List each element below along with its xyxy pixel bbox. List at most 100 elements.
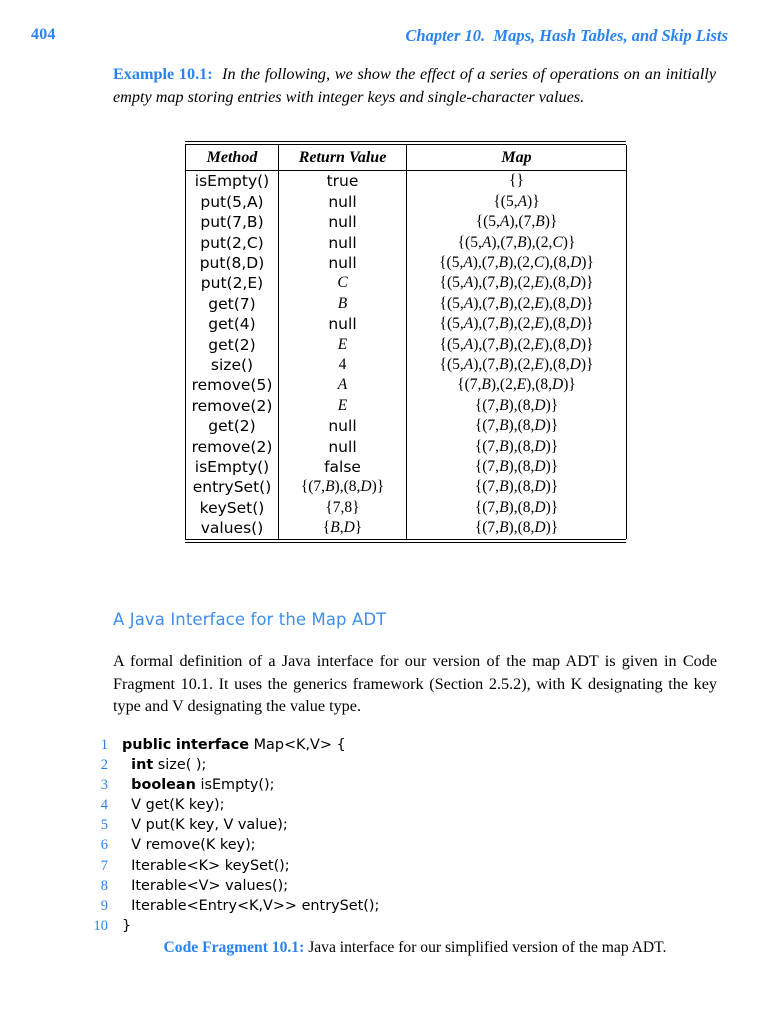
table-row: keySet() {7,8} {(7,B),(8,D)} — [185, 497, 627, 519]
cell-map: {(7,B),(8,D)} — [406, 436, 627, 458]
cell-return: B — [278, 293, 407, 315]
code-line-text: Iterable<V> values(); — [131, 877, 289, 894]
example-paragraph: Example 10.1: In the following, we show … — [113, 63, 716, 108]
table-bottom-rule-1 — [185, 538, 626, 541]
code-line: 9 Iterable<Entry<K,V>> entrySet(); — [82, 896, 682, 916]
code-line-number: 5 — [100, 817, 108, 834]
cell-return: C — [278, 273, 407, 294]
cell-method: size() — [185, 355, 279, 376]
table-row: put(7,B) null {(5,A),(7,B)} — [185, 212, 627, 233]
cell-map: {(7,B),(8,D)} — [406, 518, 627, 539]
subsection-paragraph: A formal definition of a Java interface … — [113, 652, 717, 716]
cell-map: {} — [406, 170, 627, 192]
cell-map: {(5,A),(7,B),(2,E),(8,D)} — [406, 314, 627, 335]
code-line: 8 Iterable<V> values(); — [82, 876, 682, 896]
table-row: get(7) B {(5,A),(7,B),(2,E),(8,D)} — [185, 293, 627, 315]
code-line: 2 int size( ); — [82, 755, 682, 775]
table-header-row: Method Return Value Map — [185, 145, 627, 172]
cell-map: {(7,B),(8,D)} — [406, 416, 627, 437]
code-line-text: boolean isEmpty(); — [131, 777, 275, 794]
code-line-number: 8 — [100, 877, 108, 894]
cell-return: null — [278, 232, 407, 253]
cell-method: remove(5) — [185, 375, 279, 396]
table-row: put(2,E) C {(5,A),(7,B),(2,E),(8,D)} — [185, 273, 627, 294]
cell-return: E — [278, 334, 407, 356]
cell-method: isEmpty() — [185, 170, 279, 192]
cell-method: get(4) — [185, 314, 279, 335]
cell-method: put(7,B) — [185, 212, 279, 233]
column-header-return-value: Return Value — [278, 145, 407, 172]
cell-method: isEmpty() — [185, 457, 279, 478]
code-line: 1 public interface Map<K,V> { — [82, 735, 682, 755]
cell-map: {(7,B),(8,D)} — [406, 457, 627, 478]
cell-method: entrySet() — [185, 477, 279, 498]
code-line-text: Iterable<Entry<K,V>> entrySet(); — [131, 897, 380, 914]
cell-return: null — [278, 191, 407, 213]
cell-return: 4 — [278, 355, 407, 376]
table-row: remove(5) A {(7,B),(2,E),(8,D)} — [185, 375, 627, 396]
table-row: isEmpty() true{} — [185, 170, 627, 192]
code-line-text: } — [122, 917, 132, 934]
cell-return: {(7,B),(8,D)} — [278, 477, 407, 498]
code-line: 6 V remove(K key); — [82, 835, 682, 855]
code-line-number: 9 — [100, 897, 108, 914]
column-header-method: Method — [185, 145, 279, 172]
column-header-map: Map — [406, 145, 627, 172]
cell-map: {(5,A),(7,B),(2,E),(8,D)} — [406, 355, 627, 376]
table: Method Return Value Map isEmpty() true{} … — [185, 145, 627, 539]
cell-return: null — [278, 416, 407, 437]
cell-return: null — [278, 314, 407, 335]
cell-return: {B,D} — [278, 518, 407, 539]
table-bottom-rule-2 — [185, 541, 626, 544]
cell-method: values() — [185, 518, 279, 539]
cell-method: put(2,C) — [185, 232, 279, 253]
table-row: isEmpty() false {(7,B),(8,D)} — [185, 457, 627, 478]
table-row: get(4) null {(5,A),(7,B),(2,E),(8,D)} — [185, 314, 627, 335]
cell-map: {(5,A),(7,B),(2,C),(8,D)} — [406, 253, 627, 274]
chapter-title: Chapter 10. Maps, Hash Tables, and Skip … — [405, 26, 728, 45]
code-line-text: public interface Map<K,V> { — [122, 737, 346, 753]
page-number: 404 — [31, 26, 56, 43]
cell-method: get(7) — [185, 293, 279, 315]
caption-text: Java interface for our simplified versio… — [308, 939, 667, 956]
code-line-number: 4 — [100, 797, 108, 814]
example-label: Example 10.1: — [113, 65, 213, 83]
code-line-number: 1 — [100, 737, 108, 753]
code-fragment-listing: 1 public interface Map<K,V> { 2 int size(… — [82, 735, 682, 936]
cell-method: remove(2) — [185, 395, 279, 417]
table-top-rule-1 — [185, 141, 626, 143]
caption-label: Code Fragment 10.1: — [163, 939, 305, 956]
code-line-number: 7 — [100, 857, 108, 874]
code-line-text: V get(K key); — [131, 797, 225, 814]
code-line: 4 V get(K key); — [82, 795, 682, 815]
cell-method: put(5,A) — [185, 191, 279, 213]
cell-method: get(2) — [185, 334, 279, 356]
code-line-text: Iterable<K> keySet(); — [131, 857, 290, 874]
table-row: values() {B,D} {(7,B),(8,D)} — [185, 518, 627, 539]
cell-return: false — [278, 457, 407, 478]
code-line-text: V remove(K key); — [131, 837, 256, 854]
cell-method: get(2) — [185, 416, 279, 437]
cell-map: {(7,B),(2,E),(8,D)} — [406, 375, 627, 396]
cell-return: true — [278, 170, 407, 192]
cell-return: E — [278, 395, 407, 417]
code-line-text: V put(K key, V value); — [131, 817, 288, 834]
cell-method: put(8,D) — [185, 253, 279, 274]
cell-map: {(5,A),(7,B),(2,E),(8,D)} — [406, 293, 627, 315]
code-line-number: 3 — [100, 777, 108, 794]
table-body: isEmpty() true{} put(5,A) null {(5,A)} put(… — [185, 170, 627, 539]
code-line-number: 10 — [93, 917, 109, 934]
cell-method: remove(2) — [185, 436, 279, 458]
cell-map: {(5,A),(7,B),(2,C)} — [406, 232, 627, 253]
table-row: get(2) null {(7,B),(8,D)} — [185, 416, 627, 437]
cell-return: null — [278, 436, 407, 458]
cell-method: keySet() — [185, 497, 279, 519]
code-line: 5 V put(K key, V value); — [82, 815, 682, 835]
code-line-number: 2 — [100, 757, 108, 774]
table-row: put(5,A) null {(5,A)} — [185, 191, 627, 213]
table-row: put(2,C) null {(5,A),(7,B),(2,C)} — [185, 232, 627, 253]
table-row: size() 4 {(5,A),(7,B),(2,E),(8,D)} — [185, 355, 627, 376]
cell-method: put(2,E) — [185, 273, 279, 294]
table-row: remove(2) E {(7,B),(8,D)} — [185, 395, 627, 417]
table-row: entrySet() {(7,B),(8,D)} {(7,B),(8,D)} — [185, 477, 627, 498]
